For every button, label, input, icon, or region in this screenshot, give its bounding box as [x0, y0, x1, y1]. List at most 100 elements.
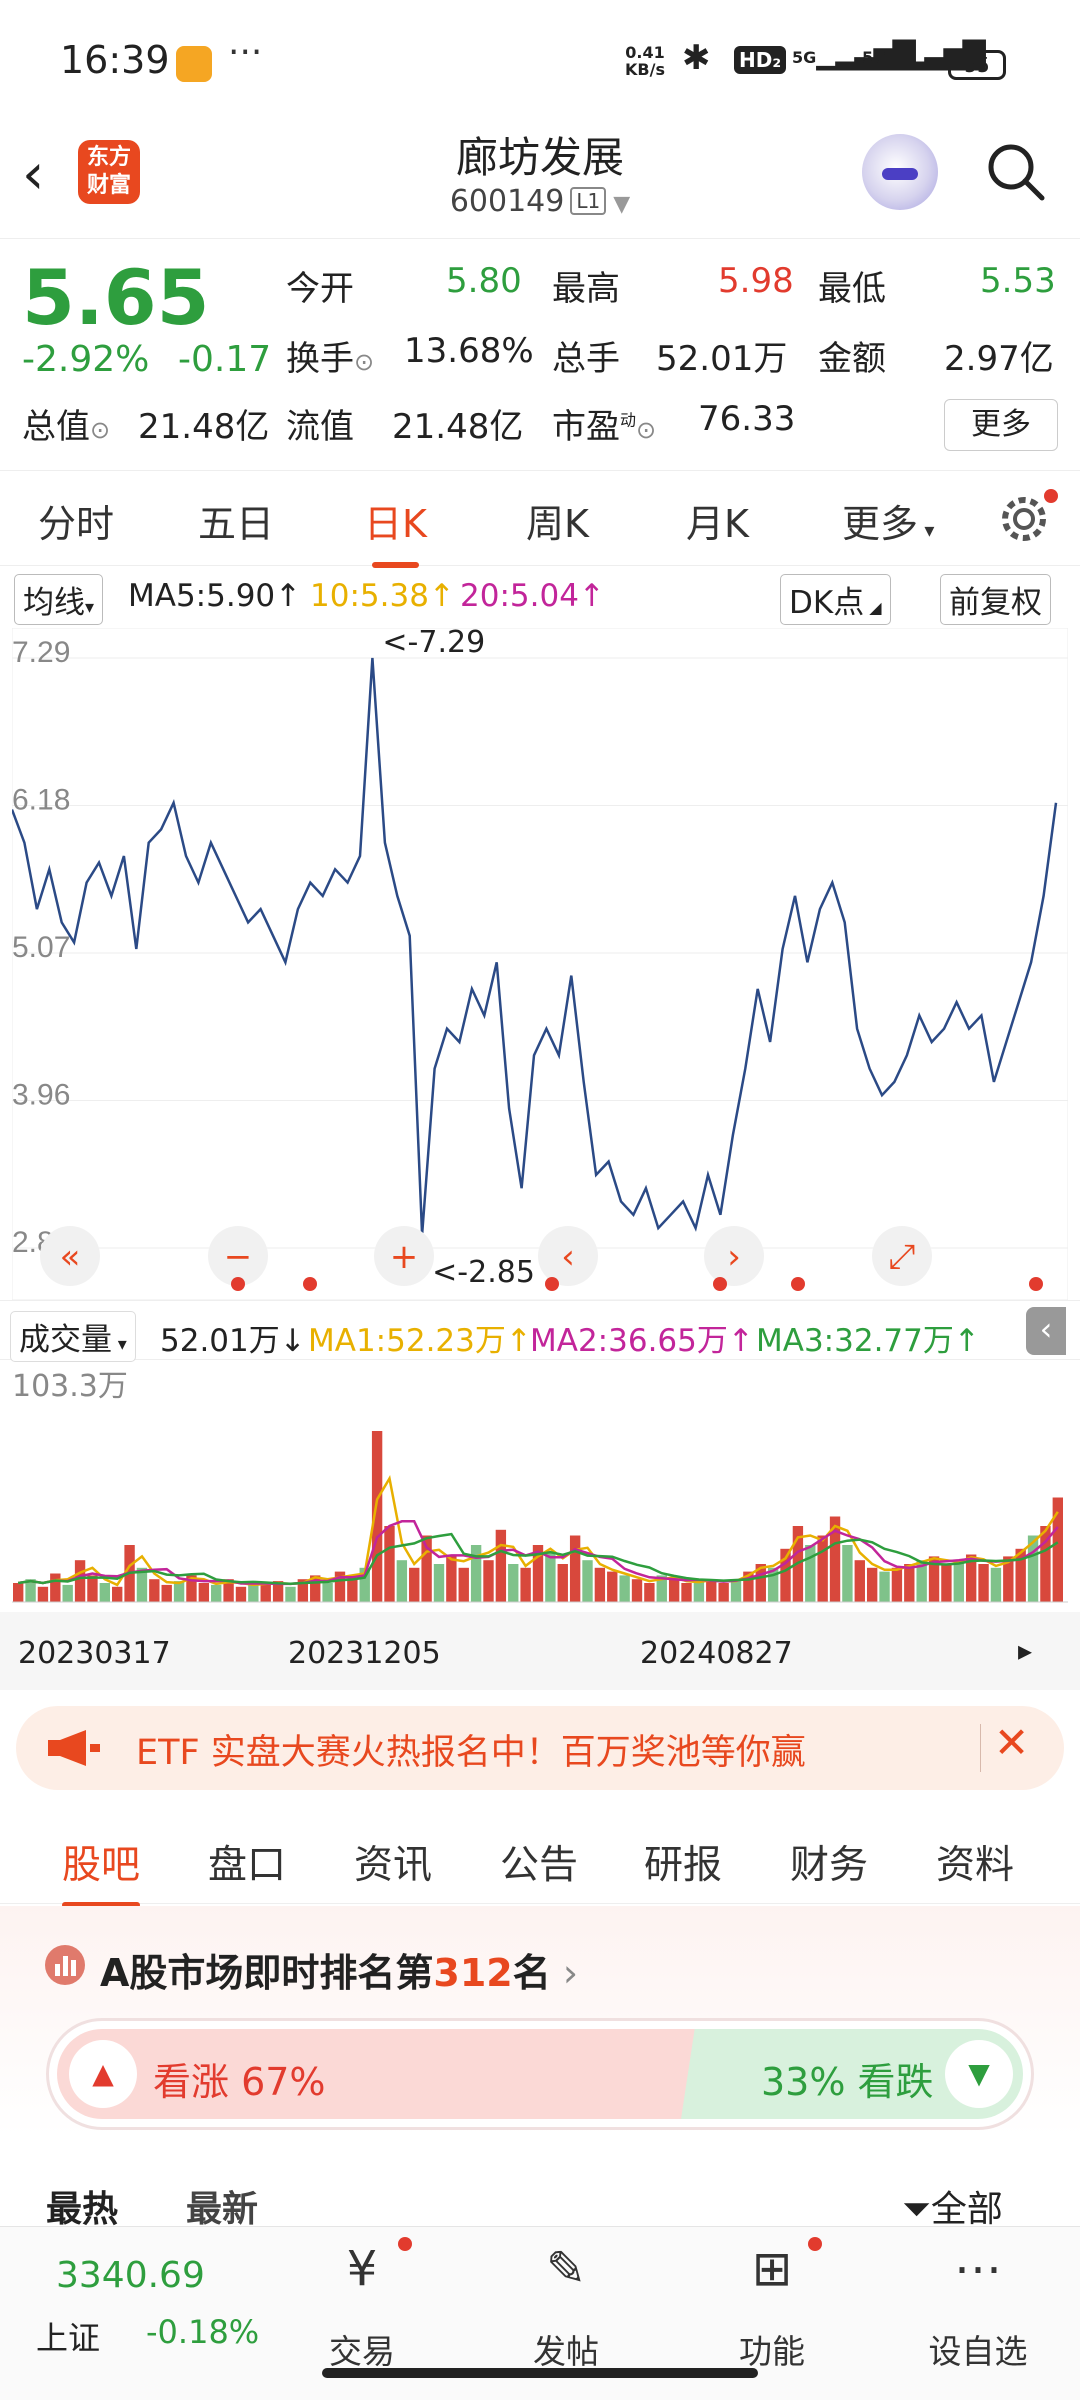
float-cap-label: 流值 [286, 407, 354, 447]
trade-icon[interactable]: ¥ [292, 2241, 432, 2297]
last-price: 5.65 [22, 253, 210, 342]
more-quote-button[interactable]: 更多 [944, 399, 1058, 451]
bullish-label: 看涨 67% [153, 2060, 326, 2104]
filter-icon: ⏷ [902, 2189, 931, 2230]
vol-ma1: MA1:52.23万↑ [308, 1323, 532, 1359]
volume-bar [569, 1535, 581, 1602]
post-pen-icon[interactable]: ✎ [496, 2241, 636, 2297]
close-icon[interactable]: ✕ [994, 1718, 1029, 1767]
volume-bar [495, 1529, 507, 1602]
kline-chart[interactable]: 7.296.185.073.962.85<-7.29<-2.85« − + ‹ › ⤢ [12, 628, 1068, 1300]
volume-bar [866, 1567, 878, 1602]
bearish-segment[interactable]: 33% 看跌 ▼ [681, 2029, 1023, 2119]
more-circle-icon[interactable]: ⋯ [908, 2241, 1048, 2297]
bullish-segment[interactable]: ▲ 看涨 67% [57, 2029, 717, 2119]
tab-research[interactable]: 研报 [644, 1834, 722, 1890]
nav-trade[interactable]: 交易 [292, 2325, 432, 2373]
volume-bar [718, 1583, 729, 1602]
quote-panel: 5.65 -2.92% -0.17 今开 5.80 最高 5.98 最低 5.5… [0, 238, 1080, 468]
volume-bar [879, 1571, 890, 1602]
volume-bar [198, 1583, 210, 1602]
volume-bar [470, 1545, 482, 1602]
ma5-value: MA5:5.90↑ [128, 578, 302, 614]
tab-news[interactable]: 资讯 [354, 1834, 432, 1890]
y-tick-label: 3.96 [12, 1079, 70, 1112]
tab-finance[interactable]: 财务 [790, 1834, 868, 1890]
volume-max-label: 103.3万 [12, 1369, 128, 1404]
settings-badge [1044, 489, 1058, 503]
pe-label: 市盈动⊙ [552, 407, 657, 447]
y-tick-label: 7.29 [12, 636, 70, 669]
market-rank-link[interactable]: A股市场即时排名第312名 › [100, 1942, 578, 1997]
collapse-arrow-icon[interactable]: ‹ [1026, 1307, 1066, 1355]
search-icon[interactable] [984, 140, 1046, 202]
vol-ma2: MA2:36.65万↑ [530, 1323, 754, 1359]
tab-monthly-k[interactable]: 月K [686, 493, 749, 548]
tab-five-day[interactable]: 五日 [198, 493, 274, 548]
event-dot [791, 1277, 805, 1291]
y-tick-label: 6.18 [12, 784, 70, 817]
high-label: 最高 [552, 269, 620, 309]
index-name: 上证 [36, 2319, 101, 2357]
banner-text: ETF 实盘大赛火热报名中！百万奖池等你赢 [136, 1733, 806, 1773]
index-value[interactable]: 3340.69 [56, 2255, 205, 2296]
min-price-label: <-2.85 [432, 1255, 535, 1290]
bluetooth-icon: ✱ [682, 38, 711, 78]
volume-bar [941, 1564, 952, 1602]
volume-bar [322, 1583, 333, 1602]
period-tabs: 分时 五日 日K 周K 月K 更多 ▾ [0, 470, 1080, 568]
dk-point-button[interactable]: DK点 ◢ [780, 574, 891, 625]
ma-type-dropdown[interactable]: 均线▾ [14, 574, 104, 625]
volume-bar [483, 1560, 494, 1602]
volume-bar [396, 1560, 408, 1602]
volume-bar [13, 1583, 24, 1602]
index-change: -0.18% [146, 2313, 260, 2351]
bullish-arrow-icon: ▲ [69, 2040, 137, 2108]
tab-guba[interactable]: 股吧 [62, 1834, 141, 1908]
volume-bar [978, 1564, 989, 1602]
y-tick-label: 5.07 [12, 931, 70, 964]
sort-hot[interactable]: 最热 [46, 2180, 118, 2232]
robot-assistant-icon[interactable] [862, 134, 938, 210]
volume-bar [99, 1583, 111, 1602]
net-speed: 0.41 KB/s [625, 43, 665, 79]
tab-intraday[interactable]: 分时 [38, 493, 114, 548]
chart-control-icon: + [390, 1237, 419, 1277]
filter-all[interactable]: ⏷全部 [902, 2180, 1003, 2232]
tab-pankou[interactable]: 盘口 [208, 1834, 286, 1890]
volume-bar [62, 1584, 73, 1602]
tab-daily-k[interactable]: 日K [364, 493, 427, 568]
tab-profile[interactable]: 资料 [936, 1834, 1014, 1890]
low-label: 最低 [818, 269, 886, 309]
function-grid-icon[interactable]: ⊞ [702, 2241, 842, 2297]
tab-more[interactable]: 更多 ▾ [842, 493, 934, 548]
adjustment-button[interactable]: 前复权 [940, 574, 1051, 625]
tab-weekly-k[interactable]: 周K [526, 493, 589, 548]
status-bar: 16:39 ··· 0.41 KB/s ✱ HD₂ 5G▁▂▃▅▇ 5G▁▂▃▅▇… [0, 0, 1080, 120]
settings-gear-icon[interactable] [998, 493, 1050, 545]
sort-new[interactable]: 最新 [186, 2180, 258, 2232]
megaphone-icon [48, 1730, 100, 1766]
tab-announcements[interactable]: 公告 [500, 1834, 578, 1890]
nav-watchlist[interactable]: 设自选 [908, 2325, 1048, 2373]
change-percent: -2.92% [22, 339, 150, 380]
volume-header: 成交量 ▾ 52.01万↓ MA1:52.23万↑ MA2:36.65万↑ MA… [0, 1300, 1080, 1362]
volume-bar [953, 1560, 964, 1602]
nav-function[interactable]: 功能 [702, 2325, 842, 2373]
open-label: 今开 [286, 269, 354, 309]
promo-banner[interactable]: ETF 实盘大赛火热报名中！百万奖池等你赢 ✕ [16, 1706, 1064, 1790]
ma20-value: 20:5.04↑ [460, 578, 605, 614]
volume-bar [582, 1560, 593, 1602]
volume-bar [805, 1545, 816, 1602]
volume-bar [730, 1579, 742, 1602]
home-indicator [322, 2368, 758, 2378]
nav-post[interactable]: 发帖 [496, 2325, 636, 2373]
volume-dropdown[interactable]: 成交量 ▾ [10, 1311, 136, 1362]
chart-control-icon: › [727, 1237, 741, 1277]
volume-chart: 103.3万 [12, 1369, 1068, 1603]
clock: 16:39 [60, 38, 170, 82]
sort-row: 最热 最新 ⏷全部 [0, 2170, 1080, 2230]
scroll-right-icon[interactable]: ▸ [1018, 1634, 1032, 1667]
amount-value: 2.97亿 [944, 339, 1054, 379]
market-cap-label: 总值⊙ [22, 407, 111, 447]
